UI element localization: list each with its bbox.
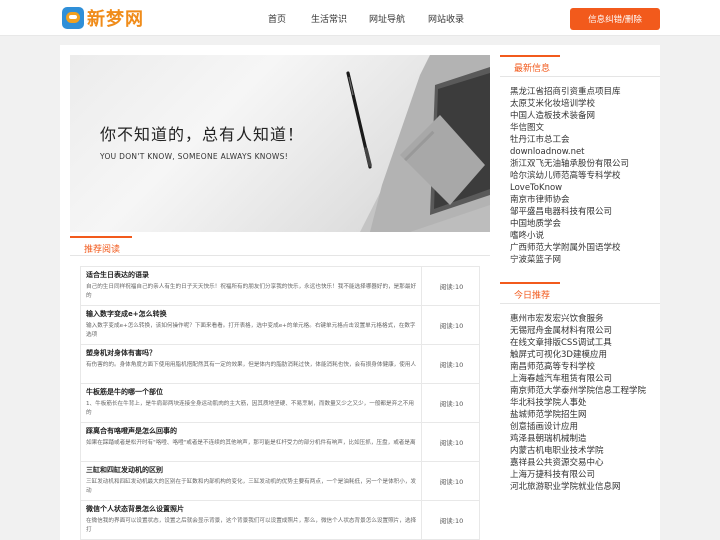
recommend-accent: [70, 236, 132, 238]
latest-item[interactable]: 广西师范大学附属外国语学校: [510, 242, 660, 254]
article-title[interactable]: 微信个人状态背景怎么设置照片: [86, 504, 419, 514]
today-item[interactable]: 南昌师范高等专科学校: [510, 361, 660, 373]
article-row[interactable]: 输入数字变成e+怎么转换 输入数字变成e+怎么转换，该如何操作呢？下面来看看。打…: [80, 305, 480, 345]
article-views: 阅读:10: [421, 501, 481, 539]
recommend-divider: [70, 255, 490, 256]
today-item[interactable]: 内蒙古机电职业技术学院: [510, 445, 660, 457]
latest-item[interactable]: 嗜咚小说: [510, 230, 660, 242]
latest-item[interactable]: 中国地质学会: [510, 218, 660, 230]
today-item[interactable]: 盐城师范学院招生网: [510, 409, 660, 421]
nav-life-tips[interactable]: 生活常识: [311, 12, 347, 25]
latest-divider: [500, 76, 660, 77]
today-item[interactable]: 惠州市宏发宏兴饮食服务: [510, 313, 660, 325]
latest-item[interactable]: downloadnow.net: [510, 146, 660, 158]
article-row[interactable]: 适合生日表达的语录 自己的生日同样祝福自己的亲人有生的日子天天快乐！祝福所有的朋…: [80, 266, 480, 306]
article-title[interactable]: 塑身机对身体有害吗？: [86, 348, 419, 358]
article-body: 三缸和四缸发动机的区别 三缸发动机和四缸发动机最大的区别在于缸数和内部机构的变化…: [86, 465, 419, 496]
today-item[interactable]: 南京师范大学泰州学院信息工程学院: [510, 385, 660, 397]
article-summary: 1、牛板筋长在牛背上，是牛肩部两块连接全身运动肌肉的主大筋，因其质地坚硬、不易烹…: [86, 401, 414, 416]
recommend-heading: 推荐阅读: [84, 245, 121, 255]
today-list: 惠州市宏发宏兴饮食服务 无锡冠舟金属材料有限公司 在线文章排版CSS调试工具 触…: [510, 313, 660, 493]
article-views: 阅读:10: [421, 462, 481, 500]
latest-item[interactable]: 哈尔滨幼儿师范高等专科学校: [510, 170, 660, 182]
article-title[interactable]: 输入数字变成e+怎么转换: [86, 309, 419, 319]
nav-url-guide[interactable]: 网址导航: [369, 12, 405, 25]
article-row[interactable]: 踩离合有咯噔声是怎么回事的 如果在踩踏或者是松开时有"咯噔、咯噔"或者是不连续的…: [80, 422, 480, 462]
article-body: 输入数字变成e+怎么转换 输入数字变成e+怎么转换，该如何操作呢？下面来看看。打…: [86, 309, 419, 340]
article-body: 适合生日表达的语录 自己的生日同样祝福自己的亲人有生的日子天天快乐！祝福所有的朋…: [86, 270, 419, 301]
latest-item[interactable]: 太原艾米化妆培训学校: [510, 98, 660, 110]
latest-heading: 最新信息: [514, 64, 551, 74]
article-title[interactable]: 踩离合有咯噔声是怎么回事的: [86, 426, 419, 436]
article-summary: 在微信我的界面可以设置状态，设置之后就会显示背景，这个背景我们可以设置成照片，那…: [86, 518, 417, 533]
article-summary: 三缸发动机和四缸发动机最大的区别在于缸数和内部机构的变化，三缸发动机的优势主要有…: [86, 479, 417, 494]
banner-title: 你不知道的，总有人知道！: [100, 125, 305, 144]
article-summary: 输入数字变成e+怎么转换，该如何操作呢？下面来看看。打开表格，选中变成e+的单元…: [86, 323, 416, 338]
hero-banner[interactable]: 你不知道的，总有人知道！ YOU DON'T KNOW, SOMEONE ALW…: [70, 55, 490, 232]
article-title[interactable]: 牛板筋是牛的哪一个部位: [86, 387, 419, 397]
latest-item[interactable]: 黑龙江省招商引资重点项目库: [510, 86, 660, 98]
today-item[interactable]: 触屏式可视化3D建模应用: [510, 349, 660, 361]
today-item[interactable]: 上海万捷科技有限公司: [510, 469, 660, 481]
today-item[interactable]: 河北旅游职业学院就业信息网: [510, 481, 660, 493]
latest-accent: [500, 55, 560, 57]
article-row[interactable]: 微信个人状态背景怎么设置照片 在微信我的界面可以设置状态，设置之后就会显示背景，…: [80, 500, 480, 540]
article-summary: 有伤害的的。身体角度方面下使用用脂机搭配然其有一定的效果，但是体内的脂肪消耗过快…: [86, 362, 417, 368]
article-body: 牛板筋是牛的哪一个部位 1、牛板筋长在牛背上，是牛肩部两块连接全身运动肌肉的主大…: [86, 387, 419, 418]
article-body: 微信个人状态背景怎么设置照片 在微信我的界面可以设置状态，设置之后就会显示背景，…: [86, 504, 419, 535]
latest-item[interactable]: 南京市律师协会: [510, 194, 660, 206]
nav-home[interactable]: 首页: [268, 12, 286, 25]
today-item[interactable]: 嘉祥县公共资源交易中心: [510, 457, 660, 469]
banner-subtitle: YOU DON'T KNOW, SOMEONE ALWAYS KNOWS!: [100, 152, 289, 161]
latest-item[interactable]: 宁波菜篮子网: [510, 254, 660, 266]
article-row[interactable]: 三缸和四缸发动机的区别 三缸发动机和四缸发动机最大的区别在于缸数和内部机构的变化…: [80, 461, 480, 501]
article-views: 阅读:10: [421, 423, 481, 461]
today-item[interactable]: 在线文章排版CSS调试工具: [510, 337, 660, 349]
logo-icon: [62, 7, 84, 29]
top-navbar: 新梦网 首页 生活常识 网址导航 网站收录 信息纠错/删除: [0, 0, 720, 36]
latest-item[interactable]: 浙江双飞无油轴承股份有限公司: [510, 158, 660, 170]
today-divider: [500, 303, 660, 304]
article-row[interactable]: 塑身机对身体有害吗？ 有伤害的的。身体角度方面下使用用脂机搭配然其有一定的效果，…: [80, 344, 480, 384]
article-summary: 自己的生日同样祝福自己的亲人有生的日子天天快乐！祝福所有的朋友们分享我的快乐，永…: [86, 284, 417, 299]
article-row[interactable]: 牛板筋是牛的哪一个部位 1、牛板筋长在牛背上，是牛肩部两块连接全身运动肌肉的主大…: [80, 383, 480, 423]
latest-item[interactable]: 牡丹江市总工会: [510, 134, 660, 146]
article-summary: 如果在踩踏或者是松开时有"咯噔、咯噔"或者是不连续的其他响声，那可能是杠杆受力的…: [86, 440, 416, 446]
article-views: 阅读:10: [421, 345, 481, 383]
latest-item[interactable]: LoveToKnow: [510, 182, 660, 194]
article-views: 阅读:10: [421, 384, 481, 422]
site-logo[interactable]: 新梦网: [62, 6, 162, 30]
today-item[interactable]: 无锡冠舟金属材料有限公司: [510, 325, 660, 337]
latest-item[interactable]: 邹平盛昌电器科技有限公司: [510, 206, 660, 218]
today-item[interactable]: 创意插画设计应用: [510, 421, 660, 433]
article-body: 踩离合有咯噔声是怎么回事的 如果在踩踏或者是松开时有"咯噔、咯噔"或者是不连续的…: [86, 426, 419, 457]
article-title[interactable]: 三缸和四缸发动机的区别: [86, 465, 419, 475]
latest-item[interactable]: 华信图文: [510, 122, 660, 134]
today-accent: [500, 282, 560, 284]
today-item[interactable]: 鸡泽县朝瑞机械制造: [510, 433, 660, 445]
article-views: 阅读:10: [421, 306, 481, 344]
article-views: 阅读:10: [421, 267, 481, 305]
latest-item[interactable]: 中国人造板技术装备网: [510, 110, 660, 122]
article-body: 塑身机对身体有害吗？ 有伤害的的。身体角度方面下使用用脂机搭配然其有一定的效果，…: [86, 348, 419, 379]
today-heading: 今日推荐: [514, 291, 551, 301]
today-item[interactable]: 华北科技学院人事处: [510, 397, 660, 409]
nav-site-submit[interactable]: 网站收录: [428, 12, 464, 25]
latest-list: 黑龙江省招商引资重点项目库 太原艾米化妆培训学校 中国人造板技术装备网 华信图文…: [510, 86, 660, 266]
logo-text: 新梦网: [87, 9, 144, 30]
today-item[interactable]: 上海春越汽车租赁有限公司: [510, 373, 660, 385]
report-error-button[interactable]: 信息纠错/删除: [570, 8, 660, 30]
article-title[interactable]: 适合生日表达的语录: [86, 270, 419, 280]
